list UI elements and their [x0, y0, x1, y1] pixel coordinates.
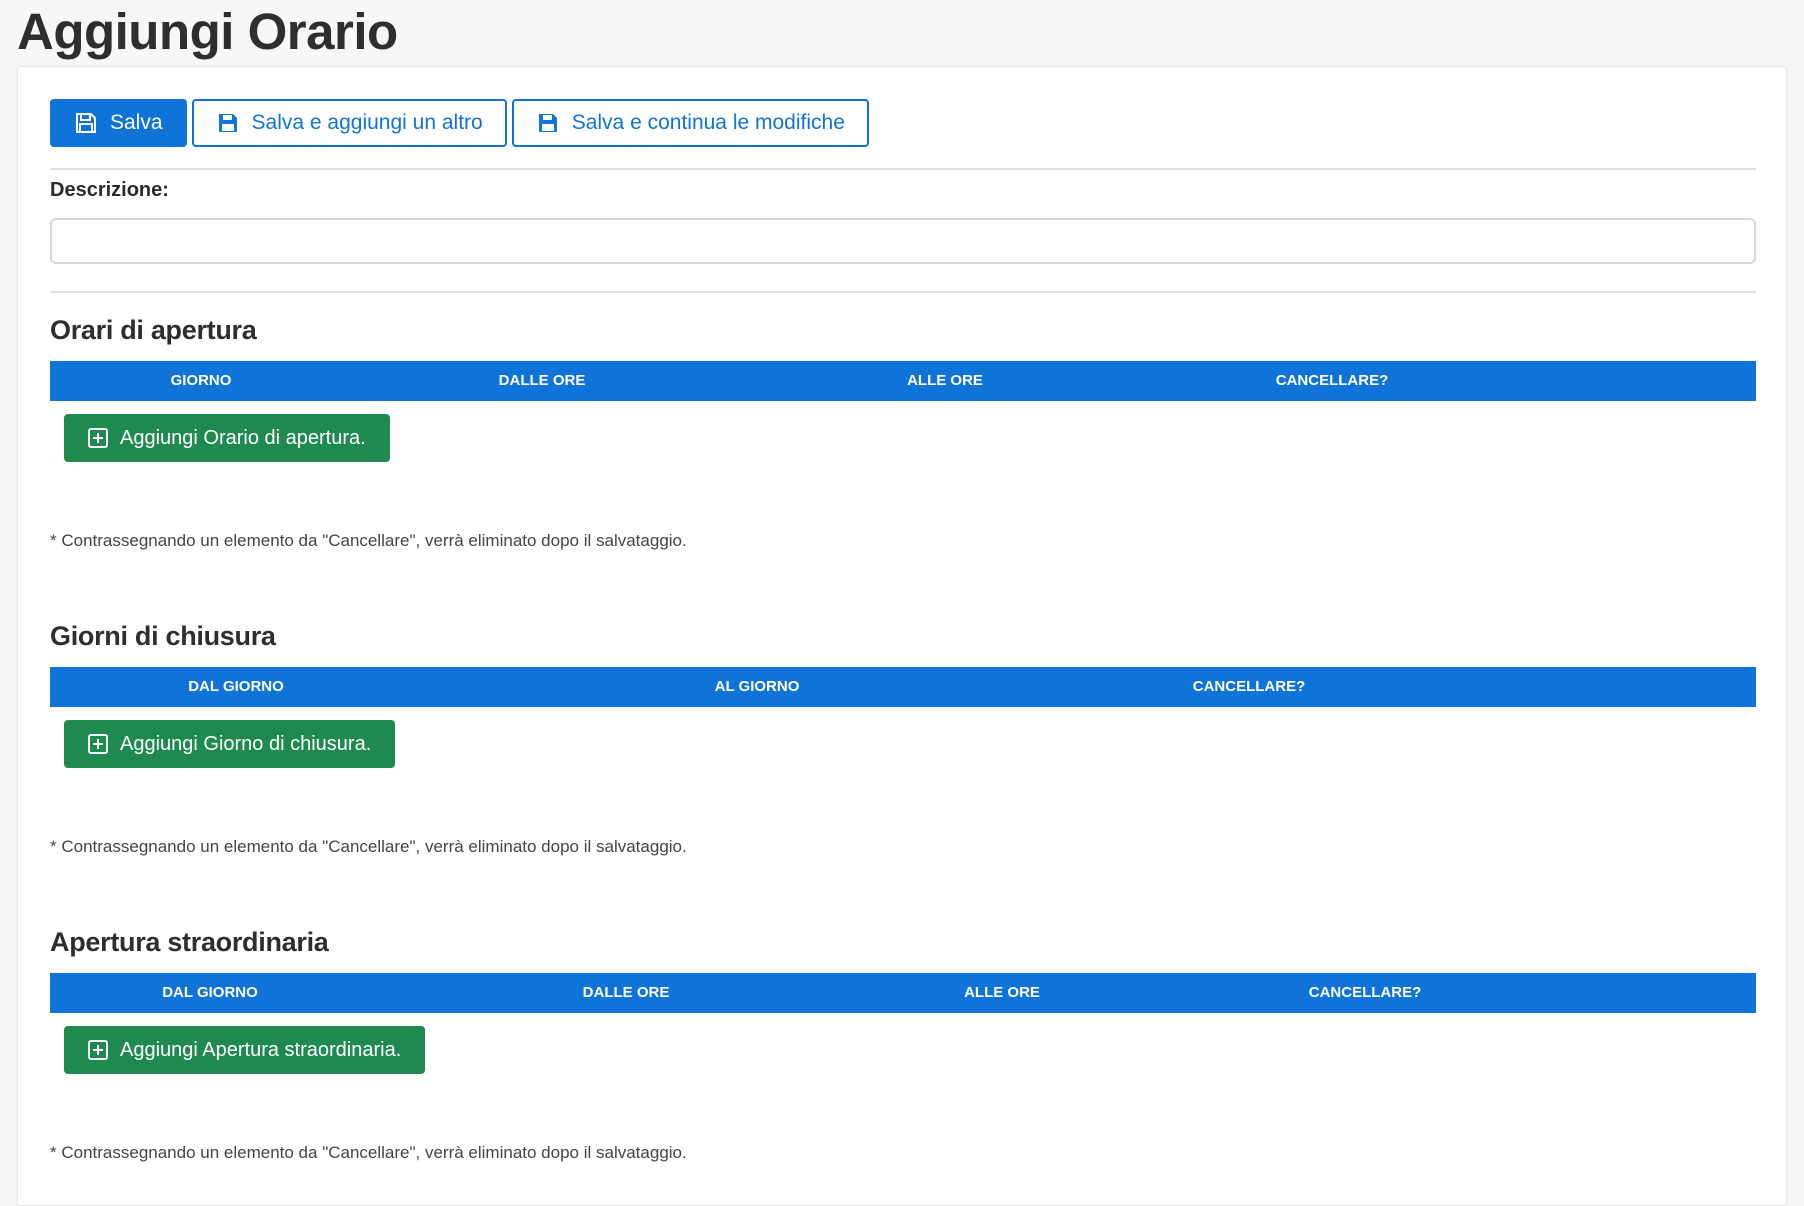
opening-hours-table-header: GIORNO DALLE ORE ALLE ORE CANCELLARE?	[50, 361, 1756, 401]
add-extraordinary-opening-button[interactable]: Aggiungi Apertura straordinaria.	[64, 1026, 426, 1074]
plus-square-icon	[88, 428, 108, 448]
column-header-delete: CANCELLARE?	[1275, 372, 1389, 389]
save-button[interactable]: Salva	[50, 99, 187, 147]
divider	[50, 168, 1756, 170]
add-closing-day-button[interactable]: Aggiungi Giorno di chiusura.	[64, 720, 396, 768]
form-card: Salva Salva e aggiungi un altro Salva e …	[17, 66, 1787, 1206]
page-title: Aggiungi Orario	[17, 3, 398, 60]
column-header-delete: CANCELLARE?	[1308, 984, 1422, 1001]
extraordinary-opening-table-header: DAL GIORNO DALLE ORE ALLE ORE CANCELLARE…	[50, 973, 1756, 1013]
column-header-to-day: AL GIORNO	[714, 678, 800, 695]
add-opening-hour-label: Aggiungi Orario di apertura.	[120, 426, 366, 449]
floppy-disk-icon	[76, 113, 96, 133]
add-extraordinary-opening-label: Aggiungi Apertura straordinaria.	[120, 1038, 402, 1061]
column-header-delete: CANCELLARE?	[1192, 678, 1306, 695]
section-title-opening-hours: Orari di apertura	[50, 315, 257, 345]
closing-days-table-header: DAL GIORNO AL GIORNO CANCELLARE?	[50, 667, 1756, 707]
save-button-label: Salva	[110, 111, 163, 134]
column-header-from-hour: DALLE ORE	[498, 372, 586, 389]
add-closing-day-label: Aggiungi Giorno di chiusura.	[120, 732, 372, 755]
plus-square-icon	[88, 734, 108, 754]
save-and-continue-button[interactable]: Salva e continua le modifiche	[511, 99, 869, 147]
floppy-disk-icon	[218, 114, 237, 132]
section-title-extraordinary-opening: Apertura straordinaria	[50, 927, 329, 957]
toolbar: Salva Salva e aggiungi un altro Salva e …	[50, 99, 869, 147]
column-header-from-hour: DALLE ORE	[582, 984, 670, 1001]
add-opening-hour-button[interactable]: Aggiungi Orario di apertura.	[64, 414, 390, 462]
description-label: Descrizione:	[50, 179, 169, 201]
delete-note: * Contrassegnando un elemento da "Cancel…	[50, 531, 687, 550]
description-input[interactable]	[50, 218, 1756, 264]
divider	[50, 291, 1756, 293]
column-header-to-hour: ALLE ORE	[907, 372, 983, 389]
floppy-disk-icon	[538, 114, 557, 132]
save-and-add-another-button[interactable]: Salva e aggiungi un altro	[191, 99, 507, 147]
save-and-add-another-label: Salva e aggiungi un altro	[251, 111, 483, 134]
save-and-continue-label: Salva e continua le modifiche	[571, 111, 845, 134]
section-title-closing-days: Giorni di chiusura	[50, 621, 276, 651]
column-header-from-day: DAL GIORNO	[188, 678, 284, 695]
column-header-day: GIORNO	[170, 372, 232, 389]
delete-note: * Contrassegnando un elemento da "Cancel…	[50, 1143, 687, 1162]
plus-square-icon	[88, 1040, 108, 1060]
column-header-from-day: DAL GIORNO	[162, 984, 258, 1001]
delete-note: * Contrassegnando un elemento da "Cancel…	[50, 837, 687, 856]
column-header-to-hour: ALLE ORE	[964, 984, 1040, 1001]
